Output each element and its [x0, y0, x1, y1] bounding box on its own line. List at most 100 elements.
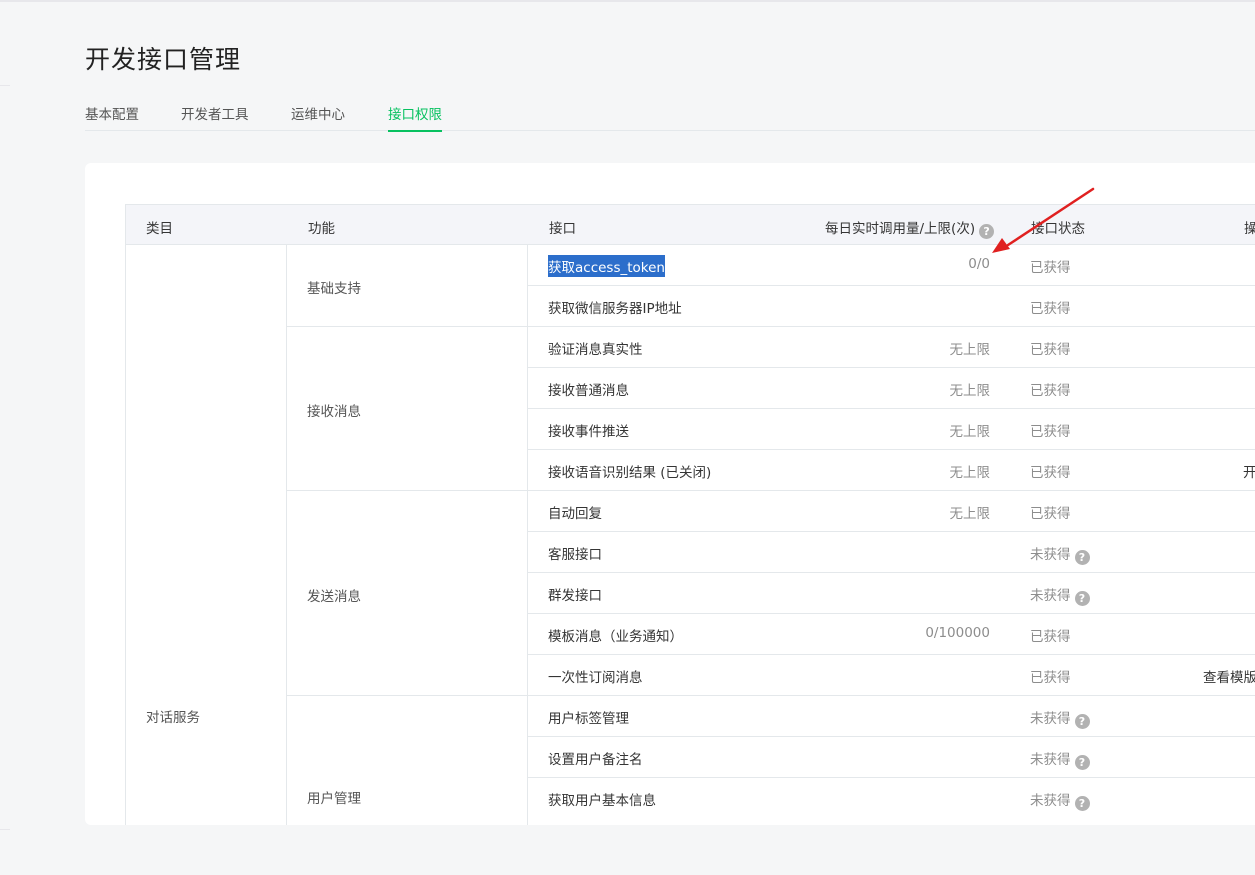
quota-value: 0/0	[968, 256, 990, 272]
tab-developer-tools[interactable]: 开发者工具	[181, 103, 249, 131]
interface-name: 验证消息真实性	[548, 342, 643, 358]
status-badge: 已获得	[1030, 297, 1071, 317]
interface-name: 获取access_token	[548, 255, 665, 277]
interface-name: 群发接口	[548, 588, 602, 604]
status-text: 未获得	[1030, 752, 1071, 768]
header-category: 类目	[146, 221, 173, 237]
interface-name: 客服接口	[548, 547, 602, 563]
edge-divider	[0, 85, 10, 86]
category-label: 对话服务	[146, 710, 200, 726]
table-row: 设置用户备注名 未获得?	[528, 737, 1255, 778]
status-text: 未获得	[1030, 711, 1071, 727]
header-interface: 接口	[549, 221, 576, 237]
status-badge: 已获得	[1030, 625, 1071, 645]
table-row: 自动回复 无上限 已获得	[528, 491, 1255, 532]
tab-api-permissions[interactable]: 接口权限	[388, 103, 442, 132]
interface-name: 模板消息（业务通知）	[548, 629, 683, 645]
status-badge: 已获得	[1030, 666, 1071, 686]
quota-value: 无上限	[949, 506, 991, 522]
table-row: 接收普通消息 无上限 已获得	[528, 368, 1255, 409]
status-text: 已获得	[1030, 301, 1071, 317]
tab-basic-config[interactable]: 基本配置	[85, 103, 139, 131]
top-divider	[0, 0, 1255, 2]
operation-link[interactable]: 开	[1243, 461, 1255, 481]
status-text: 已获得	[1030, 629, 1071, 645]
page-title: 开发接口管理	[85, 45, 242, 74]
interface-name: 获取用户基本信息	[548, 793, 656, 809]
status-text: 已获得	[1030, 465, 1071, 481]
status-badge: 已获得	[1030, 420, 1071, 440]
status-badge: 未获得?	[1030, 789, 1090, 811]
status-text: 已获得	[1030, 424, 1071, 440]
function-cell: 接收消息	[287, 327, 528, 491]
table-row: 接收语音识别结果 (已关闭) 无上限 已获得 开	[528, 450, 1255, 491]
table-row: 获取微信服务器IP地址 已获得	[528, 286, 1255, 327]
status-badge: 已获得	[1030, 379, 1071, 399]
status-badge: 未获得?	[1030, 584, 1090, 606]
status-text: 已获得	[1030, 670, 1071, 686]
tab-ops-center[interactable]: 运维中心	[291, 103, 345, 131]
table-row: 模板消息（业务通知） 0/100000 已获得	[528, 614, 1255, 655]
question-circle-icon[interactable]: ?	[1074, 550, 1090, 565]
status-text: 未获得	[1030, 588, 1071, 604]
function-label: 基础支持	[307, 281, 361, 297]
status-text: 已获得	[1030, 342, 1071, 358]
quota-value: 无上限	[949, 465, 991, 481]
function-label: 接收消息	[307, 404, 361, 420]
status-badge: 已获得	[1030, 461, 1071, 481]
table-row: 群发接口 未获得?	[528, 573, 1255, 614]
function-cell: 基础支持	[287, 245, 528, 327]
quota-value: 无上限	[949, 342, 991, 358]
quota-value: 无上限	[949, 383, 991, 399]
status-badge: 未获得?	[1030, 748, 1090, 770]
function-cell: 发送消息	[287, 491, 528, 696]
content-card: 类目 功能 接口 每日实时调用量/上限(次)? 接口状态 操 对话服务 基础支持…	[85, 163, 1255, 825]
question-circle-icon[interactable]: ?	[1074, 591, 1090, 606]
status-text: 已获得	[1030, 506, 1071, 522]
interface-name: 获取微信服务器IP地址	[548, 301, 682, 317]
interface-name: 接收事件推送	[548, 424, 629, 440]
table-row: 验证消息真实性 无上限 已获得	[528, 327, 1255, 368]
function-label: 用户管理	[307, 791, 361, 807]
interface-name: 用户标签管理	[548, 711, 629, 727]
interface-name: 一次性订阅消息	[548, 670, 643, 686]
category-cell: 对话服务	[125, 245, 287, 825]
question-circle-icon[interactable]: ?	[979, 224, 995, 239]
header-status: 接口状态	[1031, 221, 1085, 237]
status-text: 未获得	[1030, 793, 1071, 809]
question-circle-icon[interactable]: ?	[1074, 714, 1090, 729]
status-text: 已获得	[1030, 260, 1071, 276]
table-header: 类目 功能 接口 每日实时调用量/上限(次)? 接口状态 操	[125, 204, 1255, 245]
table-row: 获取access_token 0/0 已获得	[528, 245, 1255, 286]
interface-name: 接收普通消息	[548, 383, 629, 399]
interface-name: 设置用户备注名	[548, 752, 643, 768]
header-quota-label: 每日实时调用量/上限(次)	[825, 221, 976, 237]
header-operation: 操	[1244, 221, 1255, 237]
edge-divider	[0, 829, 10, 830]
status-badge: 已获得	[1030, 502, 1071, 522]
question-circle-icon[interactable]: ?	[1074, 755, 1090, 770]
quota-value: 0/100000	[925, 625, 990, 641]
status-badge: 未获得?	[1030, 543, 1090, 565]
header-quota: 每日实时调用量/上限(次)?	[825, 217, 995, 239]
tab-bar: 基本配置 开发者工具 运维中心 接口权限	[85, 96, 1255, 132]
status-badge: 已获得	[1030, 256, 1071, 276]
table-row: 用户标签管理 未获得?	[528, 696, 1255, 737]
status-text: 未获得	[1030, 547, 1071, 563]
header-function: 功能	[308, 221, 335, 237]
operation-link[interactable]: 查看模版	[1203, 666, 1255, 686]
status-badge: 未获得?	[1030, 707, 1090, 729]
status-text: 已获得	[1030, 383, 1071, 399]
function-cell: 用户管理	[287, 696, 528, 825]
question-circle-icon[interactable]: ?	[1074, 796, 1090, 811]
table-row: 获取用户基本信息 未获得?	[528, 778, 1255, 819]
interface-name: 自动回复	[548, 506, 602, 522]
table-row: 接收事件推送 无上限 已获得	[528, 409, 1255, 450]
quota-value: 无上限	[949, 424, 991, 440]
table-row: 一次性订阅消息 已获得 查看模版	[528, 655, 1255, 696]
permissions-table: 类目 功能 接口 每日实时调用量/上限(次)? 接口状态 操 对话服务 基础支持…	[125, 204, 1255, 825]
status-badge: 已获得	[1030, 338, 1071, 358]
function-label: 发送消息	[307, 588, 361, 605]
interface-name: 接收语音识别结果 (已关闭)	[548, 465, 712, 481]
table-row: 客服接口 未获得?	[528, 532, 1255, 573]
